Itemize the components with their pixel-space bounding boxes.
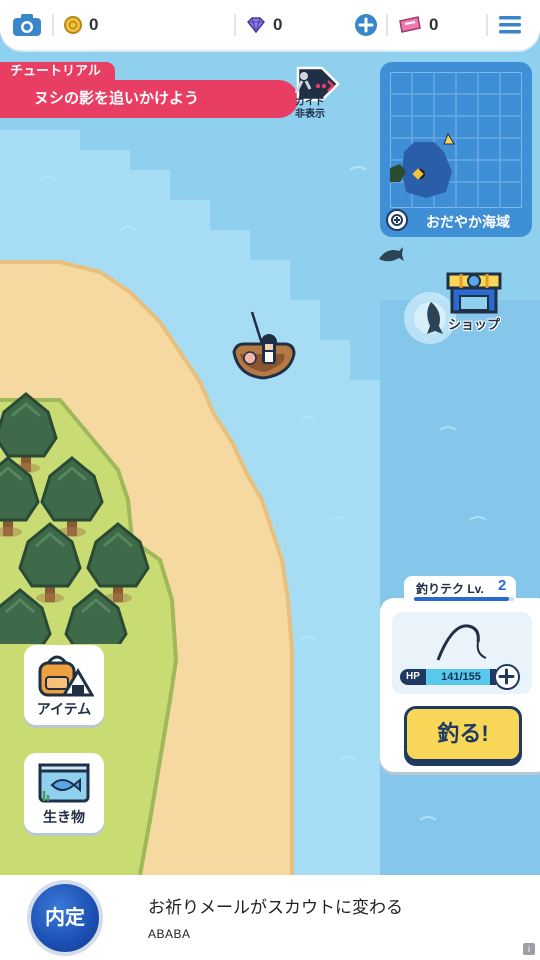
camera-button[interactable]: [12, 0, 42, 50]
add-gems-button[interactable]: [354, 0, 378, 50]
minimap[interactable]: おだやか海域: [380, 62, 532, 237]
shop-stall-icon: [446, 272, 502, 314]
plus-icon: [498, 668, 515, 685]
rod-hp: HP 141/155: [400, 664, 526, 690]
ticket-count: 0: [429, 15, 439, 34]
creatures-button[interactable]: 生き物: [24, 753, 104, 833]
shop-label: ショップ: [447, 317, 500, 332]
ticket-icon: [399, 16, 421, 33]
guide-label-line2: 非表示: [295, 109, 325, 120]
coin-icon: [64, 16, 82, 34]
guide-label-line1: ガイド: [295, 97, 325, 108]
ad-info-icon[interactable]: i: [523, 943, 535, 955]
tutorial-mission-banner[interactable]: ヌシの影を追いかけよう: [0, 80, 298, 118]
coin-count: 0: [89, 15, 99, 34]
top-bar: 0 0 0: [0, 0, 540, 50]
minimap-zoom-button[interactable]: [386, 209, 408, 231]
gem-counter: 0: [246, 0, 282, 50]
fish-button[interactable]: 釣る!: [404, 706, 522, 762]
area-name: おだやか海域: [426, 214, 510, 230]
shop-button[interactable]: ショップ: [442, 268, 506, 336]
hp-tag: HP: [400, 669, 426, 685]
minimap-grid: [390, 72, 522, 208]
ticket-counter: 0: [398, 0, 438, 50]
coin-counter: 0: [64, 0, 98, 50]
fishing-rod-icon: [436, 624, 487, 661]
hp-value: 141/155: [441, 671, 481, 683]
divider: [486, 14, 488, 36]
divider: [386, 14, 388, 36]
zoom-in-icon: [391, 214, 403, 226]
items-label: アイテム: [36, 701, 92, 717]
creatures-label: 生き物: [43, 809, 85, 825]
skill-progress-bar: [414, 597, 514, 601]
restore-hp-button[interactable]: [494, 664, 520, 690]
ad-title[interactable]: お祈りメールがスカウトに変わる: [148, 893, 403, 918]
hamburger-menu-icon: [499, 16, 521, 34]
divider: [52, 14, 54, 36]
menu-button[interactable]: [498, 0, 522, 50]
camera-icon: [13, 14, 41, 36]
ad-logo[interactable]: 内定: [27, 880, 103, 956]
aquarium-icon: [38, 763, 90, 803]
diamond-icon: [246, 17, 266, 33]
backpack-icon: [38, 655, 94, 697]
items-button[interactable]: アイテム: [24, 645, 104, 725]
skill-progress-fill: [414, 597, 509, 601]
hide-guide-button[interactable]: ガイド 非表示: [278, 64, 342, 130]
fish-shadow-small[interactable]: [375, 245, 405, 265]
player-boat[interactable]: [228, 308, 298, 388]
gem-count: 0: [273, 15, 283, 34]
fishing-skill-value: 2: [498, 577, 507, 594]
ad-advertiser: ABABA: [148, 927, 191, 941]
tutorial-tag: チュートリアル: [0, 62, 115, 80]
forest: [0, 392, 150, 644]
divider: [234, 14, 236, 36]
fishing-skill-level: 釣りテク Lv. 2: [404, 576, 516, 602]
fishing-skill-label: 釣りテク Lv.: [416, 582, 484, 596]
ad-banner[interactable]: 内定 お祈りメールがスカウトに変わる ABABA i: [0, 875, 540, 960]
plus-circle-icon: [355, 14, 377, 36]
